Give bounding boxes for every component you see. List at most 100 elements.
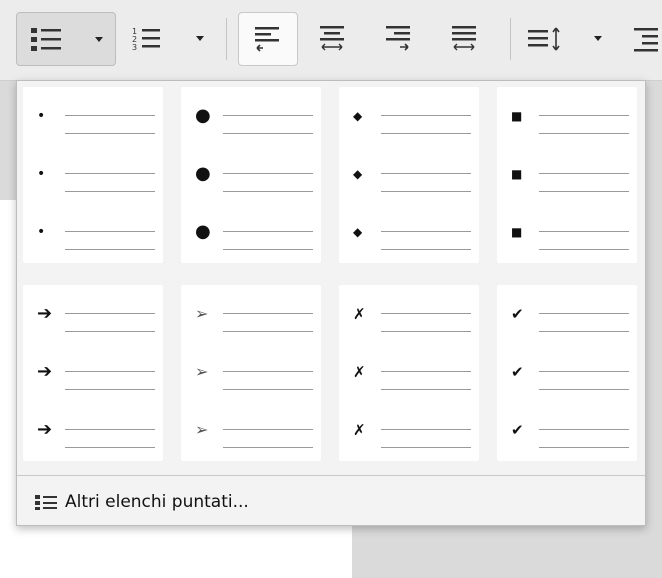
bullet-preview-row: • — [23, 95, 163, 145]
preview-line — [65, 191, 155, 192]
ordered-list-button[interactable]: 1 2 3 — [118, 12, 216, 64]
chevron-down-icon[interactable] — [594, 36, 602, 41]
bullet-preview-row: ● — [181, 153, 321, 203]
indent-icon — [634, 28, 658, 52]
arrowhead-icon: ➢ — [195, 362, 209, 381]
preview-line — [223, 231, 313, 232]
bullet-preview-row: ◆ — [339, 95, 479, 145]
bullet-style-small-dot[interactable]: • • • — [23, 87, 163, 263]
preview-line — [539, 231, 629, 232]
preview-line — [65, 313, 155, 314]
x-mark-icon: ✗ — [353, 421, 366, 439]
preview-line — [223, 313, 313, 314]
line-spacing-icon — [528, 27, 560, 51]
bullet-preview-row: ➔ — [23, 293, 163, 343]
preview-line — [223, 429, 313, 430]
preview-line — [223, 371, 313, 372]
bullet-style-x-mark[interactable]: ✗ ✗ ✗ — [339, 285, 479, 461]
arrowhead-icon: ➢ — [195, 304, 209, 323]
bullet-preview-row: ➢ — [181, 409, 321, 459]
small-dot-icon: • — [37, 166, 46, 182]
preview-line — [223, 447, 313, 448]
preview-line — [539, 249, 629, 250]
diamond-icon: ◆ — [353, 167, 363, 181]
bullet-preview-row: ➢ — [181, 351, 321, 401]
large-dot-icon: ● — [195, 163, 211, 184]
arrowhead-icon: ➢ — [195, 420, 209, 439]
toolbar-separator — [226, 18, 227, 60]
preview-line — [65, 231, 155, 232]
preview-line — [65, 115, 155, 116]
bullet-style-arrowhead[interactable]: ➢ ➢ ➢ — [181, 285, 321, 461]
more-bullets-button[interactable]: Altri elenchi puntati... — [25, 485, 325, 519]
align-center-button[interactable] — [304, 12, 362, 64]
bullet-preview-row: ● — [181, 95, 321, 145]
align-center-icon — [320, 26, 344, 51]
preview-line — [539, 447, 629, 448]
preview-line — [381, 447, 471, 448]
align-right-button[interactable] — [370, 12, 428, 64]
bullet-preview-row: ■ — [497, 95, 637, 145]
bullet-style-large-dot[interactable]: ● ● ● — [181, 87, 321, 263]
diamond-icon: ◆ — [353, 225, 363, 239]
unordered-list-icon — [31, 28, 61, 51]
x-mark-icon: ✗ — [353, 305, 366, 323]
check-mark-icon: ✔ — [511, 305, 524, 323]
bullet-style-check-mark[interactable]: ✔ ✔ ✔ — [497, 285, 637, 461]
check-mark-icon: ✔ — [511, 363, 524, 381]
bullet-preview-row: ● — [181, 211, 321, 261]
square-icon: ■ — [511, 225, 523, 239]
chevron-down-icon[interactable] — [196, 36, 204, 41]
align-justify-button[interactable] — [436, 12, 494, 64]
popup-divider — [17, 475, 645, 476]
preview-line — [223, 115, 313, 116]
small-dot-icon: • — [37, 224, 46, 240]
ordered-list-icon: 1 2 3 — [132, 27, 160, 52]
bullet-preview-row: ◆ — [339, 211, 479, 261]
toolbar-separator — [510, 18, 511, 60]
bold-arrow-icon: ➔ — [37, 361, 53, 382]
preview-line — [381, 115, 471, 116]
preview-line — [539, 313, 629, 314]
preview-line — [65, 133, 155, 134]
bullet-style-diamond[interactable]: ◆ ◆ ◆ — [339, 87, 479, 263]
indent-button[interactable] — [624, 12, 662, 64]
align-left-button[interactable] — [238, 12, 298, 66]
line-spacing-button[interactable] — [520, 12, 614, 64]
preview-line — [381, 429, 471, 430]
check-mark-icon: ✔ — [511, 421, 524, 439]
preview-line — [539, 331, 629, 332]
bullet-preview-row: ◆ — [339, 153, 479, 203]
ordered-digit: 3 — [132, 43, 137, 52]
preview-line — [381, 173, 471, 174]
preview-line — [539, 429, 629, 430]
preview-line — [381, 313, 471, 314]
preview-line — [223, 133, 313, 134]
preview-line — [65, 447, 155, 448]
bullet-preview-row: • — [23, 211, 163, 261]
preview-line — [539, 133, 629, 134]
preview-line — [381, 249, 471, 250]
unordered-list-button[interactable] — [16, 12, 116, 66]
preview-line — [65, 371, 155, 372]
large-dot-icon: ● — [195, 221, 211, 242]
large-dot-icon: ● — [195, 105, 211, 126]
preview-line — [381, 389, 471, 390]
align-justify-icon — [452, 26, 476, 51]
bullet-style-square[interactable]: ■ ■ ■ — [497, 87, 637, 263]
formatting-toolbar: 1 2 3 — [0, 0, 662, 81]
preview-line — [65, 389, 155, 390]
bullet-preview-row: ■ — [497, 211, 637, 261]
bullet-preview-row: • — [23, 153, 163, 203]
bullet-style-bold-arrow[interactable]: ➔ ➔ ➔ — [23, 285, 163, 461]
bullet-preview-row: ■ — [497, 153, 637, 203]
preview-line — [65, 331, 155, 332]
bullet-preview-row: ➔ — [23, 351, 163, 401]
ruler-margin — [0, 80, 16, 200]
preview-line — [223, 331, 313, 332]
chevron-down-icon[interactable] — [95, 37, 103, 42]
preview-line — [381, 371, 471, 372]
preview-line — [381, 191, 471, 192]
preview-line — [381, 331, 471, 332]
preview-line — [223, 389, 313, 390]
